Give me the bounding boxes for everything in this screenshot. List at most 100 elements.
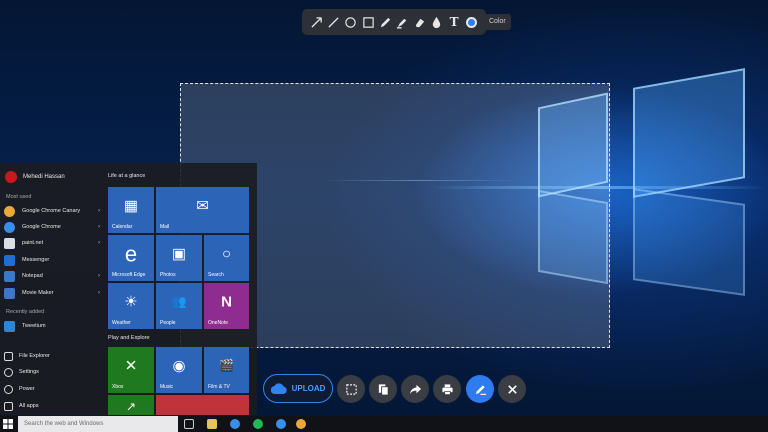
- tile-calendar[interactable]: ▦ Calendar: [108, 187, 154, 233]
- tile-microsoft-edge[interactable]: e Microsoft Edge: [108, 235, 154, 281]
- color-picker-icon[interactable]: [464, 15, 478, 29]
- upload-button[interactable]: UPLOAD: [263, 374, 333, 403]
- file-explorer-item[interactable]: File Explorer: [4, 350, 50, 362]
- tile-onenote[interactable]: N OneNote: [204, 283, 249, 329]
- rectangle-icon[interactable]: [361, 15, 375, 29]
- copy-icon: [378, 383, 389, 396]
- pen-icon: [475, 384, 486, 395]
- mail-icon: ✉: [196, 197, 209, 215]
- share-arrow-icon: [409, 384, 421, 394]
- taskbar-search-input[interactable]: Search the web and Windows: [18, 416, 178, 432]
- app-item-tweetium[interactable]: Tweetium: [4, 319, 100, 333]
- tile-music[interactable]: ◉ Music: [156, 347, 202, 393]
- upload-label: UPLOAD: [291, 384, 326, 393]
- tile-label: Microsoft Edge: [112, 272, 146, 278]
- task-view-icon[interactable]: [184, 419, 194, 429]
- chrome-canary-taskbar-icon[interactable]: [296, 419, 306, 429]
- close-button[interactable]: [498, 375, 526, 403]
- clapperboard-icon: 🎬: [219, 358, 234, 373]
- taskbar: Search the web and Windows: [0, 416, 768, 432]
- recently-added-heading: Recently added: [6, 309, 45, 315]
- most-used-heading: Most used: [6, 194, 32, 200]
- tile-xbox[interactable]: ✕ Xbox: [108, 347, 154, 393]
- text-icon[interactable]: T: [447, 15, 461, 29]
- close-icon: [507, 384, 517, 394]
- tweetium-icon: [4, 320, 15, 332]
- chevron-right-icon[interactable]: ›: [98, 224, 100, 230]
- chevron-right-icon[interactable]: ›: [98, 208, 100, 214]
- calendar-icon: ▦: [123, 197, 139, 215]
- power-item[interactable]: Power: [4, 383, 35, 395]
- select-region-button[interactable]: [337, 375, 365, 403]
- user-name: Mehedi Hassan: [23, 174, 65, 180]
- chrome-taskbar-icon[interactable]: [276, 419, 286, 429]
- xbox-icon: ✕: [124, 357, 138, 375]
- start-menu-app-list: Mehedi Hassan Most used Google Chrome Ca…: [0, 163, 104, 415]
- spotify-taskbar-icon[interactable]: [253, 419, 263, 429]
- tile-photos[interactable]: ▣ Photos: [156, 235, 202, 281]
- tile-mail[interactable]: ✉ Mail: [156, 187, 249, 233]
- power-icon: [4, 384, 13, 394]
- edge-icon: e: [124, 241, 138, 267]
- tile-film-tv[interactable]: 🎬 Film & TV: [204, 347, 249, 393]
- tile-label: Xbox: [112, 384, 124, 390]
- tile-label: Photos: [160, 272, 176, 278]
- blur-drop-icon[interactable]: [430, 15, 444, 29]
- app-item-messenger[interactable]: Messenger: [4, 253, 100, 267]
- photos-icon: ▣: [171, 245, 187, 263]
- people-icon: 👥: [171, 294, 187, 309]
- app-label: paint.net: [22, 240, 44, 246]
- annotation-toolbar: T: [302, 9, 486, 35]
- sys-label: File Explorer: [19, 353, 50, 359]
- tile-money[interactable]: ↗: [108, 395, 154, 415]
- chevron-right-icon[interactable]: ›: [98, 290, 100, 296]
- cloud-icon: [270, 383, 287, 394]
- paintnet-icon: [4, 237, 15, 249]
- chrome-icon: [4, 221, 15, 233]
- windows-start-icon[interactable]: [3, 419, 13, 429]
- pencil-icon[interactable]: [378, 15, 392, 29]
- share-button[interactable]: [401, 375, 429, 403]
- arrow-icon[interactable]: [310, 15, 324, 29]
- edit-button[interactable]: [466, 375, 494, 403]
- start-menu: Mehedi Hassan Most used Google Chrome Ca…: [0, 163, 257, 415]
- app-item-paintnet[interactable]: paint.net ›: [4, 236, 100, 250]
- eraser-icon[interactable]: [413, 15, 427, 29]
- all-apps-item[interactable]: All apps: [4, 400, 39, 412]
- movie-maker-icon: [4, 287, 15, 299]
- app-item-movie-maker[interactable]: Movie Maker ›: [4, 286, 100, 300]
- avatar: [5, 171, 17, 183]
- messenger-icon: [4, 254, 15, 266]
- tile-people[interactable]: 👥 People: [156, 283, 202, 329]
- file-explorer-taskbar-icon[interactable]: [207, 419, 217, 429]
- user-account[interactable]: Mehedi Hassan: [5, 171, 65, 183]
- app-label: Messenger: [22, 257, 50, 263]
- chevron-right-icon[interactable]: ›: [98, 240, 100, 246]
- tile-group-life: Life at a glance: [108, 173, 146, 179]
- tile-label: Search: [208, 272, 224, 278]
- copy-button[interactable]: [369, 375, 397, 403]
- tile-label: Calendar: [112, 224, 133, 230]
- app-label: Tweetium: [22, 323, 46, 329]
- print-button[interactable]: [433, 375, 461, 403]
- app-item-chrome-canary[interactable]: Google Chrome Canary ›: [4, 204, 100, 218]
- notepad-icon: [4, 270, 15, 282]
- app-label: Google Chrome Canary: [22, 208, 81, 214]
- settings-item[interactable]: Settings: [4, 366, 39, 378]
- edge-taskbar-icon[interactable]: [230, 419, 240, 429]
- tile-label: Music: [160, 384, 174, 390]
- ellipse-icon[interactable]: [344, 15, 358, 29]
- highlighter-icon[interactable]: [396, 15, 410, 29]
- onenote-icon: N: [221, 293, 232, 311]
- tile-search[interactable]: ○ Search: [204, 235, 249, 281]
- sys-label: Power: [19, 386, 35, 392]
- tile-group-play: Play and Explore: [108, 335, 150, 341]
- app-item-chrome[interactable]: Google Chrome ›: [4, 220, 100, 234]
- trend-up-icon: ↗: [125, 399, 137, 414]
- tile-news[interactable]: [156, 395, 249, 415]
- app-item-notepad[interactable]: Notepad ›: [4, 269, 100, 283]
- tile-label: Mail: [160, 224, 170, 230]
- line-icon[interactable]: [327, 15, 341, 29]
- chevron-right-icon[interactable]: ›: [98, 273, 100, 279]
- tile-weather[interactable]: ☀ Weather: [108, 283, 154, 329]
